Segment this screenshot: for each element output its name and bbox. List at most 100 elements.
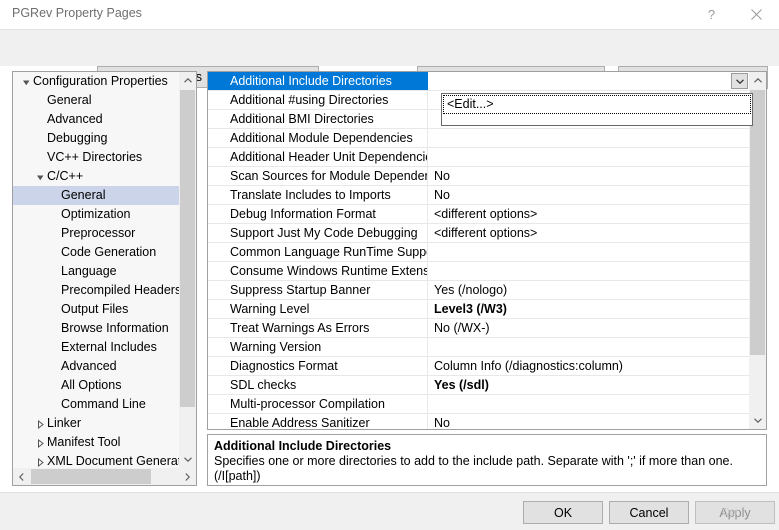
tree-vertical-scrollbar[interactable] bbox=[179, 72, 196, 468]
property-row[interactable]: Warning Version bbox=[208, 338, 749, 357]
tree-scroll-right-button[interactable] bbox=[179, 468, 196, 485]
property-value[interactable]: No bbox=[429, 414, 450, 429]
tree-horizontal-scrollbar[interactable] bbox=[13, 468, 196, 485]
property-value[interactable] bbox=[429, 262, 434, 280]
property-row[interactable]: Diagnostics Format Column Info (/diagnost… bbox=[208, 357, 749, 376]
property-row[interactable]: Scan Sources for Module DependenciesNo bbox=[208, 167, 749, 186]
tree-item-command-line[interactable]: Command Line bbox=[13, 395, 181, 414]
property-value[interactable]: Level3 (/W3) bbox=[429, 300, 507, 318]
property-row[interactable]: Consume Windows Runtime Extension bbox=[208, 262, 749, 281]
tree-item-label: Configuration Properties bbox=[33, 74, 168, 88]
tree-item-language[interactable]: Language bbox=[13, 262, 181, 281]
property-value[interactable]: No (/WX-) bbox=[429, 319, 490, 337]
tree-item-output-files[interactable]: Output Files bbox=[13, 300, 181, 319]
close-button[interactable] bbox=[734, 0, 779, 29]
property-row[interactable]: Additional Header Unit Dependencies bbox=[208, 148, 749, 167]
property-value[interactable] bbox=[429, 91, 434, 109]
tree-item-external-includes[interactable]: External Includes bbox=[13, 338, 181, 357]
property-value[interactable] bbox=[429, 72, 434, 90]
property-value[interactable]: No bbox=[429, 186, 450, 204]
apply-button[interactable]: Apply bbox=[695, 501, 775, 524]
property-description-panel: Additional Include Directories Specifies… bbox=[207, 434, 767, 486]
help-button[interactable]: ? bbox=[689, 0, 734, 29]
property-row[interactable]: Additional Include Directories bbox=[208, 72, 749, 91]
tree-scroll-left-button[interactable] bbox=[13, 468, 30, 485]
tree-item-advanced[interactable]: Advanced bbox=[13, 357, 181, 376]
configuration-tree[interactable]: Configuration Properties General Advanced D… bbox=[13, 72, 181, 468]
tree-item-vc-directories[interactable]: VC++ Directories bbox=[13, 148, 181, 167]
expander-collapsed-icon[interactable] bbox=[33, 433, 47, 452]
property-name: Support Just My Code Debugging bbox=[208, 224, 428, 242]
property-value-dropdown-button[interactable] bbox=[731, 73, 748, 89]
tree-item-debugging[interactable]: Debugging bbox=[13, 129, 181, 148]
tree-item-all-options[interactable]: All Options bbox=[13, 376, 181, 395]
property-name: Additional #using Directories bbox=[208, 91, 428, 109]
tree-item-linker[interactable]: Linker bbox=[13, 414, 181, 433]
property-value[interactable]: Column Info (/diagnostics:column) bbox=[429, 357, 623, 375]
property-value[interactable]: <different options> bbox=[429, 205, 537, 223]
property-value[interactable]: Yes (/nologo) bbox=[429, 281, 507, 299]
tree-item-configuration-properties[interactable]: Configuration Properties bbox=[13, 72, 181, 91]
property-value[interactable] bbox=[429, 243, 434, 261]
tree-item-label: Browse Information bbox=[61, 321, 169, 335]
tree-item-label: Advanced bbox=[61, 359, 117, 373]
tree-item-general[interactable]: General bbox=[13, 186, 181, 205]
dropdown-option[interactable]: <Edit...> bbox=[443, 95, 751, 114]
property-value[interactable] bbox=[429, 338, 434, 356]
configuration-tree-panel: Configuration Properties General Advanced D… bbox=[12, 71, 197, 486]
property-name: Treat Warnings As Errors bbox=[208, 319, 428, 337]
close-icon bbox=[751, 9, 762, 20]
tree-item-xml-document-generator[interactable]: XML Document Generator bbox=[13, 452, 181, 468]
property-value[interactable] bbox=[429, 110, 434, 128]
property-value[interactable]: <different options> bbox=[429, 224, 537, 242]
property-row[interactable]: SDL checks Yes (/sdl) bbox=[208, 376, 749, 395]
tree-item-label: Debugging bbox=[47, 131, 108, 145]
property-value[interactable] bbox=[429, 129, 434, 147]
tree-item-preprocessor[interactable]: Preprocessor bbox=[13, 224, 181, 243]
tree-item-advanced[interactable]: Advanced bbox=[13, 110, 181, 129]
tree-item-label: All Options bbox=[61, 378, 122, 392]
tree-item-optimization[interactable]: Optimization bbox=[13, 205, 181, 224]
tree-item-code-generation[interactable]: Code Generation bbox=[13, 243, 181, 262]
property-value[interactable]: No bbox=[429, 167, 450, 185]
property-row[interactable]: Additional Module Dependencies bbox=[208, 129, 749, 148]
tree-item-label: Command Line bbox=[61, 397, 146, 411]
property-name: Translate Includes to Imports bbox=[208, 186, 428, 204]
property-row[interactable]: Enable Address Sanitizer No bbox=[208, 414, 749, 429]
property-row[interactable]: Support Just My Code Debugging <different… bbox=[208, 224, 749, 243]
tree-item-label: Code Generation bbox=[61, 245, 157, 259]
expander-expanded-icon[interactable] bbox=[19, 72, 33, 91]
description-title: Additional Include Directories bbox=[214, 439, 392, 453]
property-row[interactable]: Multi-processor Compilation bbox=[208, 395, 749, 414]
cancel-button[interactable]: Cancel bbox=[609, 501, 689, 524]
expander-collapsed-icon[interactable] bbox=[33, 452, 47, 468]
property-row[interactable]: Translate Includes to Imports No bbox=[208, 186, 749, 205]
tree-item-c-c[interactable]: C/C++ bbox=[13, 167, 181, 186]
property-row[interactable]: Common Language RunTime Support bbox=[208, 243, 749, 262]
property-value[interactable] bbox=[429, 148, 434, 166]
tree-scroll-up-button[interactable] bbox=[179, 72, 196, 89]
tree-scroll-down-button[interactable] bbox=[179, 451, 196, 468]
grid-scroll-thumb[interactable] bbox=[750, 90, 765, 355]
property-value[interactable]: Yes (/sdl) bbox=[429, 376, 489, 394]
tree-hscroll-thumb[interactable] bbox=[31, 469, 151, 484]
property-row[interactable]: Debug Information Format <different optio… bbox=[208, 205, 749, 224]
property-row[interactable]: Treat Warnings As Errors No (/WX-) bbox=[208, 319, 749, 338]
expander-expanded-icon[interactable] bbox=[33, 167, 47, 186]
grid-scroll-up-button[interactable] bbox=[749, 72, 766, 89]
tree-scroll-thumb[interactable] bbox=[180, 90, 195, 407]
tree-item-general[interactable]: General bbox=[13, 91, 181, 110]
property-name: Consume Windows Runtime Extension bbox=[208, 262, 428, 280]
property-row[interactable]: Warning Level Level3 (/W3) bbox=[208, 300, 749, 319]
tree-item-manifest-tool[interactable]: Manifest Tool bbox=[13, 433, 181, 452]
grid-scroll-down-button[interactable] bbox=[749, 412, 766, 429]
value-dropdown-list[interactable]: <Edit...> bbox=[441, 93, 753, 126]
expander-collapsed-icon[interactable] bbox=[33, 414, 47, 433]
dialog-footer: OK Cancel Apply bbox=[0, 492, 779, 530]
ok-button[interactable]: OK bbox=[523, 501, 603, 524]
property-value[interactable] bbox=[429, 395, 434, 413]
tree-item-precompiled-headers[interactable]: Precompiled Headers bbox=[13, 281, 181, 300]
tree-item-browse-information[interactable]: Browse Information bbox=[13, 319, 181, 338]
property-row[interactable]: Suppress Startup Banner Yes (/nologo) bbox=[208, 281, 749, 300]
chevron-up-icon bbox=[753, 78, 762, 83]
